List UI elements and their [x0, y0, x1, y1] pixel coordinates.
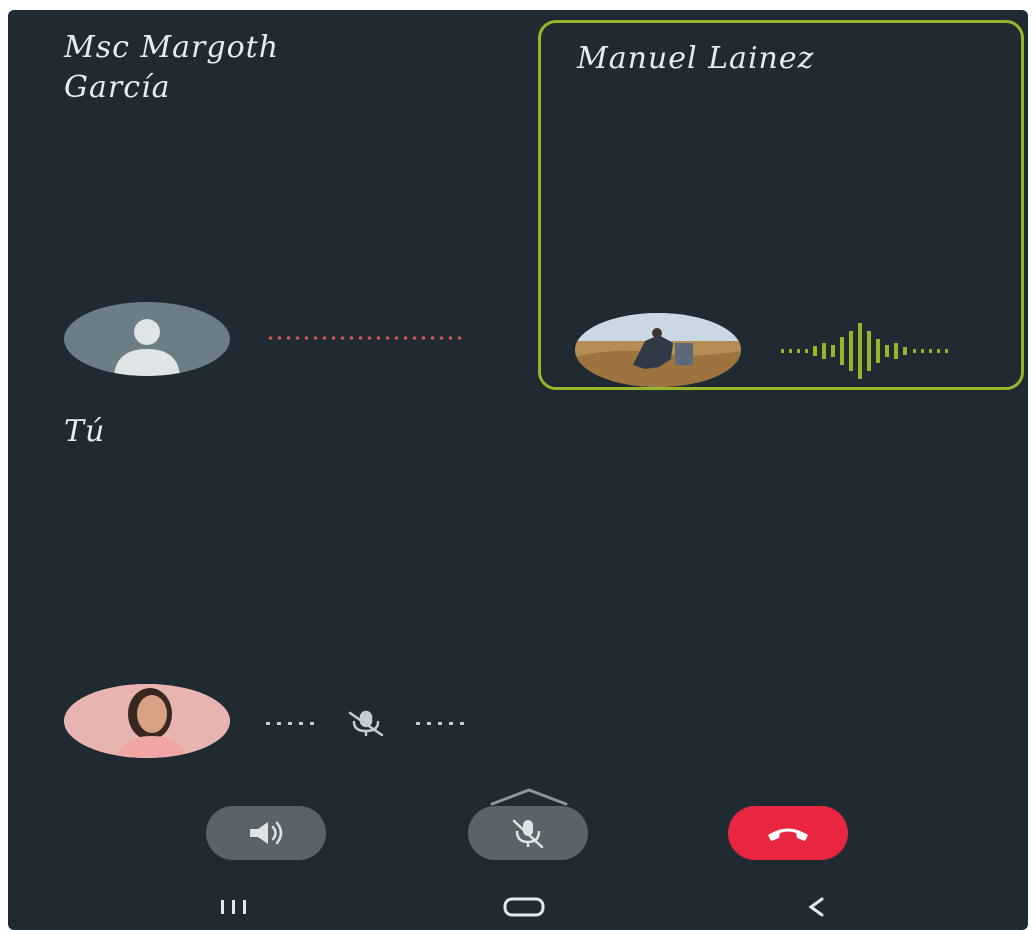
home-icon — [503, 897, 545, 917]
back-button[interactable] — [786, 892, 846, 922]
avatar — [575, 313, 741, 387]
audio-waveform — [781, 323, 948, 379]
expand-chevron-icon[interactable] — [488, 786, 570, 808]
speaker-icon — [250, 821, 283, 845]
participant-name-line1: Msc Margoth — [64, 30, 280, 65]
audio-level-idle — [266, 336, 462, 340]
system-nav-bar — [8, 882, 1028, 930]
speaker-button[interactable] — [206, 806, 326, 860]
participant-name-line2: García — [64, 70, 171, 105]
avatar — [64, 302, 230, 376]
avatar-photo — [575, 313, 741, 387]
recents-button[interactable] — [204, 892, 264, 922]
person-placeholder-icon — [114, 319, 180, 376]
self-avatar-photo — [64, 684, 230, 758]
mic-off-icon — [512, 819, 544, 849]
home-button[interactable] — [494, 892, 554, 922]
mic-off-icon — [348, 710, 384, 736]
participant-name: Manuel Lainez — [577, 41, 815, 76]
participant-name: Msc Margoth García — [64, 28, 424, 108]
participant-tile-manuel[interactable]: Manuel Lainez — [538, 20, 1024, 390]
self-muted-indicator — [266, 710, 464, 736]
self-label: Tú — [64, 414, 106, 449]
end-call-button[interactable] — [728, 806, 848, 860]
phone-hangup-icon — [768, 828, 808, 841]
participant-tile-margoth[interactable]: Msc Margoth García — [8, 10, 526, 400]
back-icon — [808, 897, 824, 917]
mute-button[interactable] — [468, 806, 588, 860]
call-screen: Msc Margoth García Manuel Lainez Tú — [8, 10, 1028, 930]
recents-icon — [221, 900, 246, 914]
self-avatar — [64, 684, 230, 758]
